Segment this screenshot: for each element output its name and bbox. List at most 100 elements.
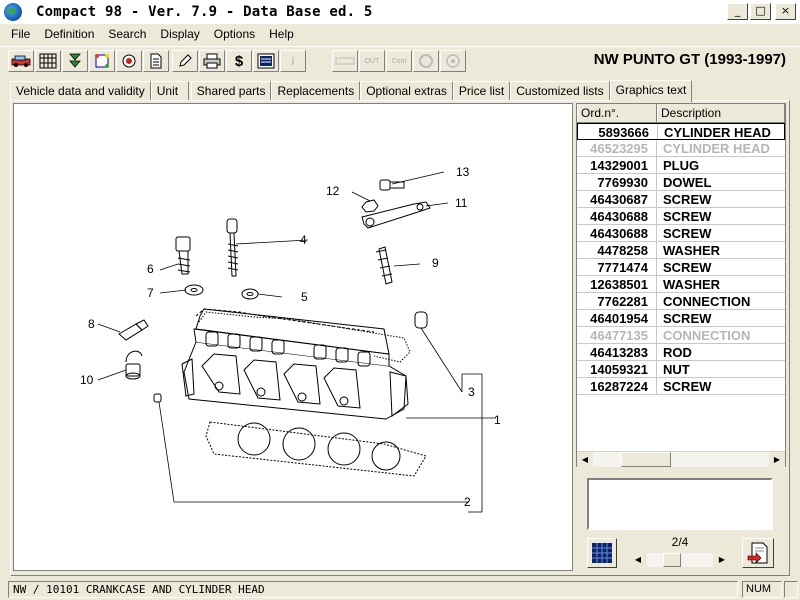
filter-icon[interactable] (62, 50, 88, 72)
description-cell: CYLINDER HEAD (663, 141, 770, 156)
part-5-washer-drawing (241, 288, 259, 300)
table-row[interactable]: 46477135 CONNECTION (577, 327, 785, 344)
tab-optional-extras[interactable]: Optional extras (360, 81, 453, 101)
callout-1[interactable]: 1 (494, 413, 501, 427)
table-row[interactable]: 12638501 WASHER (577, 276, 785, 293)
menu-definition[interactable]: Definition (37, 27, 101, 41)
ord-number-cell: 14059321 (577, 361, 657, 377)
description-cell: SCREW (663, 311, 712, 326)
target-icon[interactable] (116, 50, 142, 72)
column-header-description[interactable]: Description (657, 104, 785, 122)
table-row[interactable]: 5893666 CYLINDER HEAD (577, 123, 785, 140)
callout-7[interactable]: 7 (147, 286, 154, 300)
table-row[interactable]: 46413283 ROD (577, 344, 785, 361)
table-view-button[interactable] (587, 538, 617, 568)
table-row[interactable]: 46401954 SCREW (577, 310, 785, 327)
column-header-ord[interactable]: Ord.n°. (577, 104, 657, 122)
resize-grip[interactable] (784, 581, 798, 598)
table-row[interactable]: 7762281 CONNECTION (577, 293, 785, 310)
table-row[interactable]: 14329001 PLUG (577, 157, 785, 174)
scroll-right-icon[interactable]: ▶ (769, 452, 785, 467)
callout-4[interactable]: 4 (300, 233, 307, 247)
head-gasket-drawing (205, 421, 427, 477)
menu-display[interactable]: Display (153, 27, 206, 41)
part-9-stud-drawing (375, 246, 393, 285)
ord-number-cell: 4478258 (577, 242, 657, 258)
table-row[interactable]: 16287224 SCREW (577, 378, 785, 395)
disabled-tool-icon (332, 50, 358, 72)
menu-options[interactable]: Options (207, 27, 262, 41)
table-row[interactable]: 46523295 CYLINDER HEAD (577, 140, 785, 157)
tab-unit[interactable]: Unit (150, 81, 189, 101)
tab-strip: Vehicle data and validity Unit Shared pa… (10, 79, 693, 102)
refresh-icon[interactable] (89, 50, 115, 72)
ord-number-cell: 14329001 (577, 157, 657, 173)
callout-5[interactable]: 5 (301, 290, 308, 304)
callout-3[interactable]: 3 (468, 385, 475, 399)
tab-replacements[interactable]: Replacements (271, 81, 361, 101)
page-next-icon[interactable]: ▶ (715, 553, 729, 567)
table-grid-icon (592, 543, 612, 563)
vehicle-icon[interactable] (8, 50, 34, 72)
description-cell: ROD (663, 345, 692, 360)
minimize-button[interactable]: _ (727, 3, 748, 20)
print-icon[interactable] (199, 50, 225, 72)
callout-8[interactable]: 8 (88, 317, 95, 331)
tab-customized-lists[interactable]: Customized lists (510, 81, 610, 101)
table-horizontal-scrollbar[interactable]: ◀ ▶ (577, 451, 785, 467)
exit-button[interactable] (742, 538, 774, 568)
callout-10[interactable]: 10 (80, 373, 94, 387)
page-slider-track[interactable] (647, 553, 713, 567)
callout-13[interactable]: 13 (456, 165, 470, 179)
callout-6[interactable]: 6 (147, 262, 154, 276)
callout-9[interactable]: 9 (432, 256, 439, 270)
description-cell: SCREW (663, 379, 712, 394)
scroll-thumb[interactable] (621, 452, 671, 467)
ord-number-cell: 7771474 (577, 259, 657, 275)
out-icon: OUT (359, 50, 385, 72)
table-row[interactable]: 46430688 SCREW (577, 225, 785, 242)
close-button[interactable]: × (775, 3, 796, 20)
price-icon[interactable]: $ (226, 50, 252, 72)
table-row[interactable]: 46430687 SCREW (577, 191, 785, 208)
notes-textbox[interactable] (587, 478, 773, 530)
parts-diagram[interactable]: 13 12 11 4 9 6 7 5 8 10 3 1 2 (13, 103, 573, 571)
table-row[interactable]: 7769930 DOWEL (577, 174, 785, 191)
page-slider-thumb[interactable] (663, 553, 681, 567)
logo-icon (440, 50, 466, 72)
callout-11[interactable]: 11 (455, 196, 468, 210)
callout-12[interactable]: 12 (326, 184, 340, 198)
page-slider[interactable]: ◀ ▶ (631, 553, 729, 568)
document-icon[interactable] (143, 50, 169, 72)
table-row[interactable]: 4478258 WASHER (577, 242, 785, 259)
callout-2[interactable]: 2 (464, 495, 471, 509)
tab-graphics-text[interactable]: Graphics text (609, 80, 693, 102)
table-row[interactable]: 14059321 NUT (577, 361, 785, 378)
description-cell: CONNECTION (663, 328, 751, 343)
part-12-nut-drawing (361, 199, 379, 213)
menu-file[interactable]: File (4, 27, 37, 41)
table-row[interactable]: 46430688 SCREW (577, 208, 785, 225)
part-2-dowel-drawing (153, 393, 162, 403)
tab-price-list[interactable]: Price list (452, 81, 511, 101)
page-prev-icon[interactable]: ◀ (631, 553, 645, 567)
menu-help[interactable]: Help (262, 27, 301, 41)
image-icon[interactable] (253, 50, 279, 72)
part-6-screw-drawing (175, 236, 191, 275)
grid-view-icon[interactable] (35, 50, 61, 72)
globe-icon (4, 3, 22, 21)
tab-vehicle-data[interactable]: Vehicle data and validity (10, 81, 151, 101)
tab-shared-parts[interactable]: Shared parts (190, 81, 272, 101)
ord-number-cell: 7769930 (577, 174, 657, 190)
maximize-button[interactable]: □ (750, 3, 771, 20)
parts-table[interactable]: Ord.n°. Description 5893666 CYLINDER HEAD… (576, 103, 786, 467)
description-cell: WASHER (663, 243, 721, 258)
ord-number-cell: 46523295 (577, 140, 657, 156)
edit-icon[interactable] (172, 50, 198, 72)
toolbar-group-output: $ i (172, 50, 306, 72)
scroll-left-icon[interactable]: ◀ (577, 452, 593, 467)
status-bar: NW / 10101 CRANKCASE AND CYLINDER HEAD N… (0, 579, 800, 600)
table-row[interactable]: 7771474 SCREW (577, 259, 785, 276)
description-cell: DOWEL (663, 175, 712, 190)
menu-search[interactable]: Search (101, 27, 153, 41)
